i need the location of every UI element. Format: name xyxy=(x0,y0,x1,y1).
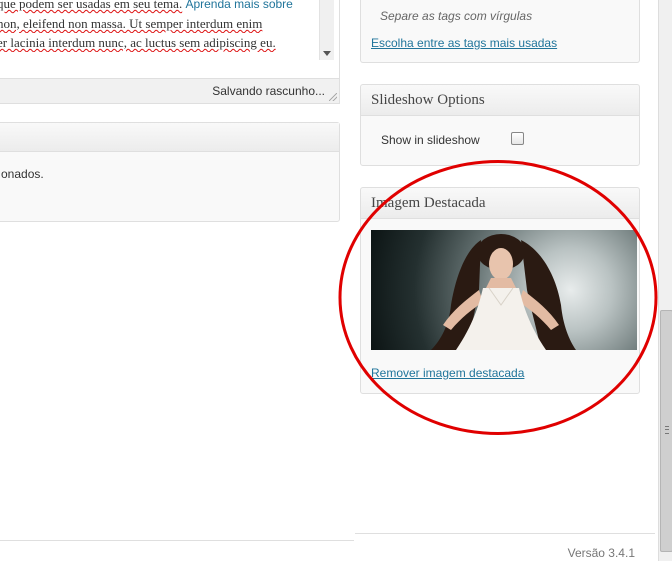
left-meta-box: onados. xyxy=(0,122,340,222)
scroll-grip-icon xyxy=(665,426,669,434)
slideshow-options-box: Slideshow Options Show in slideshow xyxy=(360,84,640,166)
editor-content[interactable]: que podem ser usadas em seu tema. Aprend… xyxy=(0,0,315,60)
editor-text-segment: er lacinia interdum nunc, ac luctus sem … xyxy=(0,35,276,50)
slideshow-options-title[interactable]: Slideshow Options xyxy=(361,85,639,116)
post-editor[interactable]: que podem ser usadas em seu tema. Aprend… xyxy=(0,0,340,83)
footer-divider-left xyxy=(0,540,354,541)
show-in-slideshow-label: Show in slideshow xyxy=(381,133,480,147)
version-text: Versão 3.4.1 xyxy=(567,546,635,560)
show-in-slideshow-checkbox[interactable] xyxy=(511,132,524,145)
editor-status-bar: Salvando rascunho... xyxy=(0,78,340,104)
tags-box: Separe as tags com vírgulas Escolha entr… xyxy=(360,0,640,63)
featured-photo xyxy=(431,234,576,350)
most-used-tags-link[interactable]: Escolha entre as tags mais usadas xyxy=(371,36,557,50)
page-scrollbar[interactable] xyxy=(658,0,672,561)
featured-image-thumbnail[interactable] xyxy=(371,230,637,350)
editor-line-1: que podem ser usadas em seu tema. Aprend… xyxy=(0,0,315,14)
editor-text-segment: non, eleifend non massa. Ut semper inter… xyxy=(0,16,263,31)
editor-scrollbar[interactable] xyxy=(319,0,334,60)
remove-featured-image-link[interactable]: Remover imagem destacada xyxy=(371,366,524,380)
editor-line-2: non, eleifend non massa. Ut semper inter… xyxy=(0,14,315,33)
left-box-text: onados. xyxy=(1,167,44,181)
learn-more-link[interactable]: Aprenda mais sobre xyxy=(185,0,292,11)
page-scrollbar-thumb[interactable] xyxy=(660,310,672,552)
scroll-down-arrow-icon[interactable] xyxy=(323,51,331,56)
left-box-header[interactable] xyxy=(0,123,339,152)
tags-hint: Separe as tags com vírgulas xyxy=(380,9,533,23)
save-status-text: Salvando rascunho... xyxy=(212,84,325,98)
footer-divider-right xyxy=(355,533,655,534)
editor-line-3: er lacinia interdum nunc, ac luctus sem … xyxy=(0,33,315,52)
editor-text-segment: que podem ser usadas em seu tema. xyxy=(0,0,183,11)
featured-image-box: Imagem Destacada Remover imagem destacad… xyxy=(360,187,640,394)
featured-image-title[interactable]: Imagem Destacada xyxy=(361,188,639,219)
resize-grip-icon[interactable] xyxy=(329,93,337,101)
